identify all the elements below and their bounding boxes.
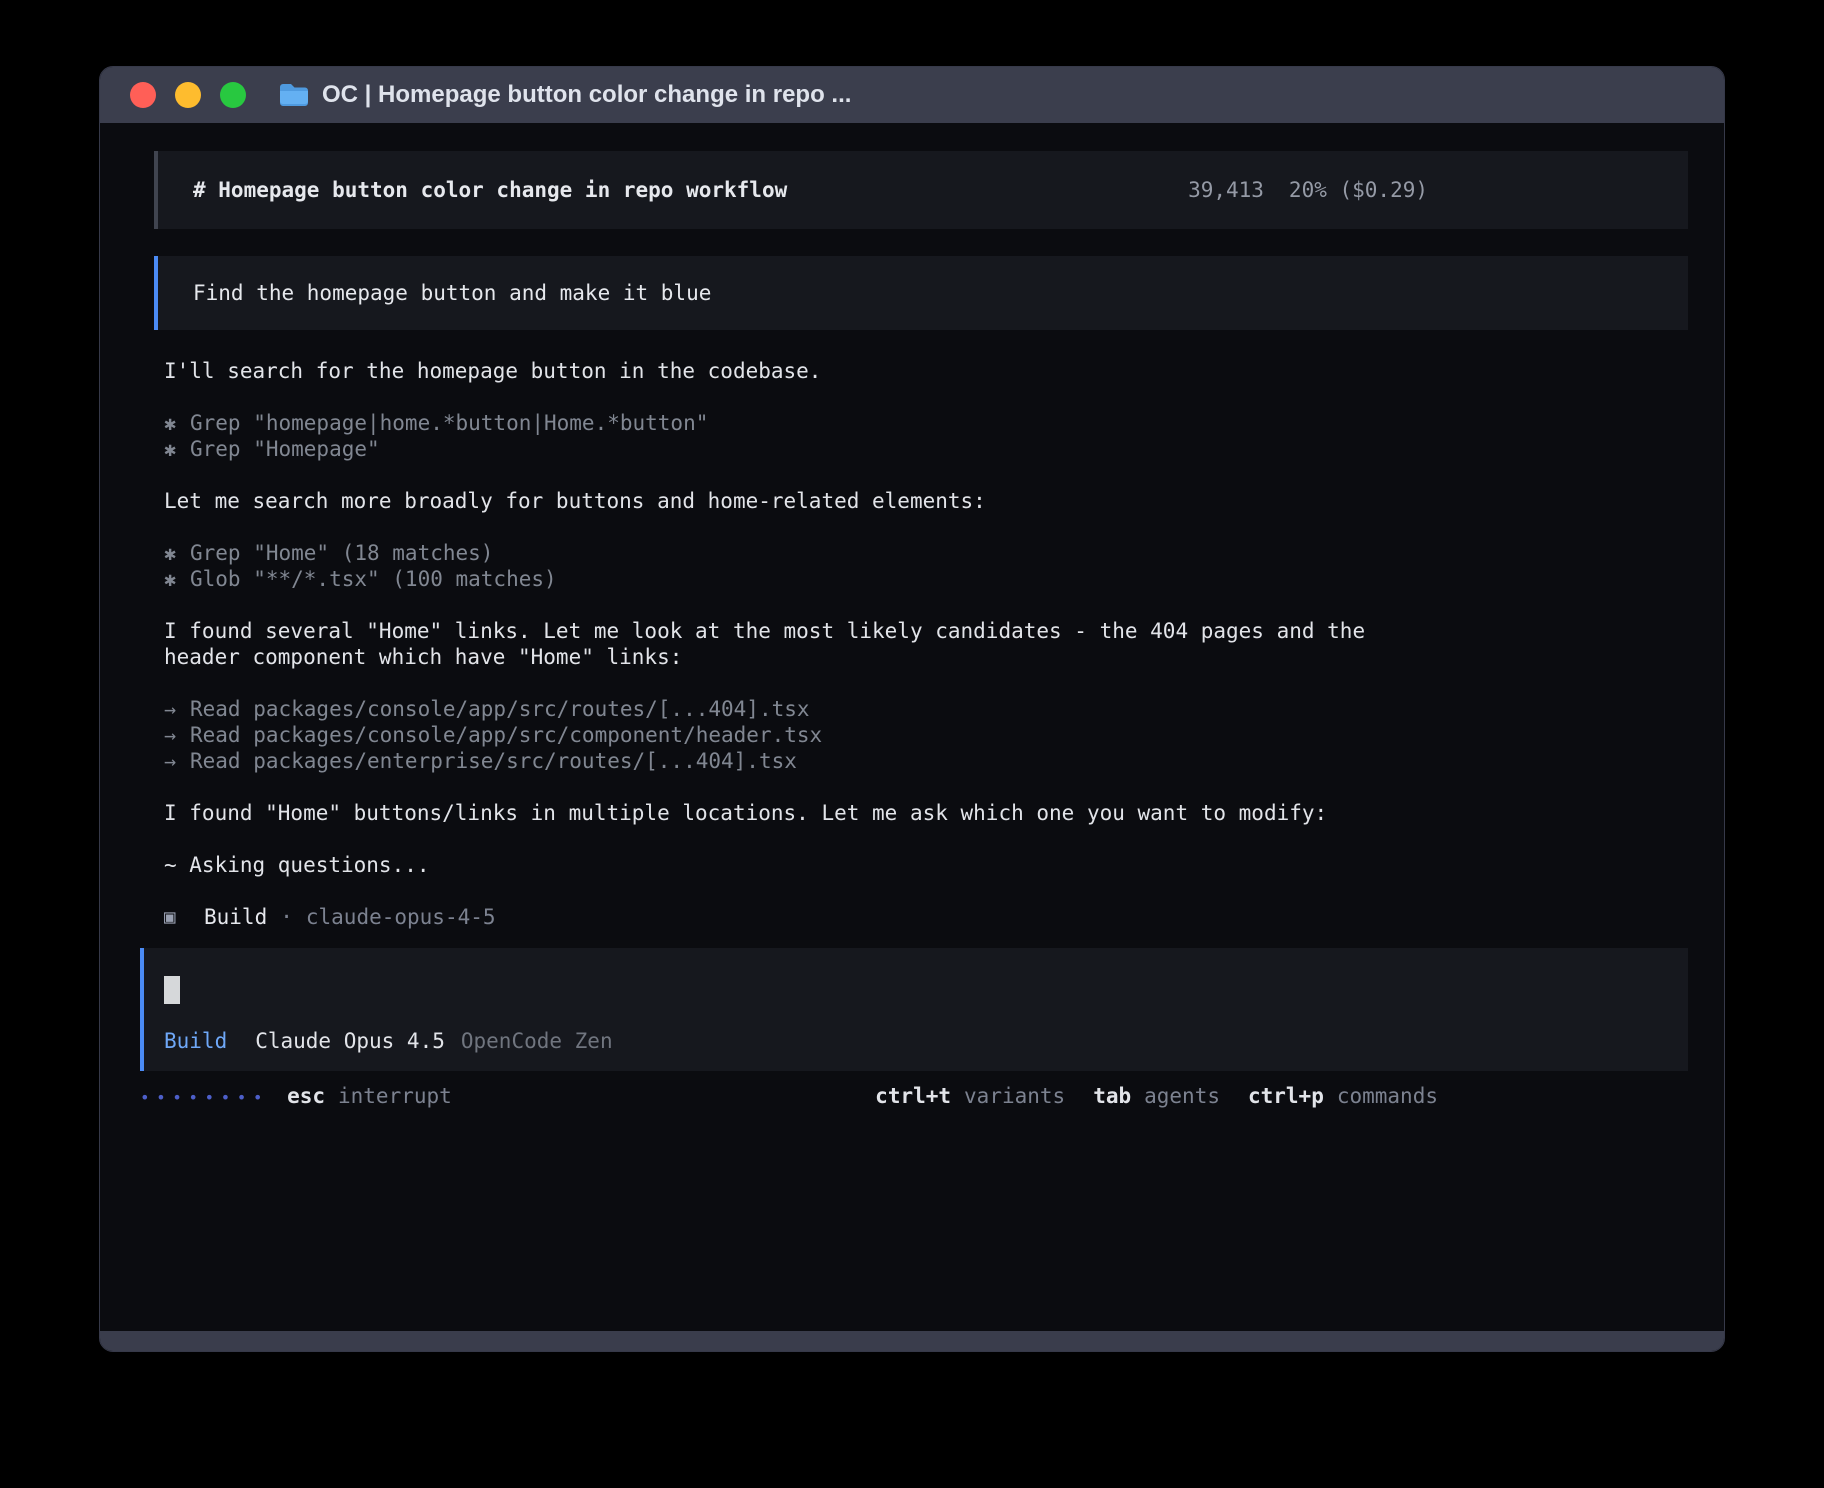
provider-label: OpenCode Zen xyxy=(461,1028,613,1054)
tool-call-line: ✱Grep "homepage|home.*button|Home.*butto… xyxy=(164,410,1688,436)
shortcut-hints: ctrl+t variants tab agents ctrl+p commands xyxy=(875,1083,1438,1109)
assistant-message: Let me search more broadly for buttons a… xyxy=(164,488,1414,514)
context-cost: 20% ($0.29) xyxy=(1289,177,1428,203)
tool-call-line: →Read packages/enterprise/src/routes/[..… xyxy=(164,748,1688,774)
key-action-label: commands xyxy=(1337,1084,1438,1108)
user-message: Find the homepage button and make it blu… xyxy=(154,256,1688,330)
esc-action-label: interrupt xyxy=(338,1083,452,1109)
agent-model: claude-opus-4-5 xyxy=(306,904,496,930)
traffic-lights xyxy=(130,82,246,108)
assistant-message: I'll search for the homepage button in t… xyxy=(164,358,1414,384)
shortcut-variants: ctrl+t variants xyxy=(875,1083,1065,1109)
tool-call-line: ✱Grep "Homepage" xyxy=(164,436,1688,462)
read-arrow-icon: → xyxy=(164,748,190,774)
tool-call-group: ✱Grep "homepage|home.*button|Home.*butto… xyxy=(164,410,1688,462)
shortcut-commands: ctrl+p commands xyxy=(1248,1083,1438,1109)
spinner-dots: •••••••• xyxy=(140,1085,269,1111)
token-count: 39,413 xyxy=(1188,177,1264,203)
close-button[interactable] xyxy=(130,82,156,108)
agent-icon: ▣ xyxy=(164,904,204,930)
input-mode-line: Build Claude Opus 4.5 OpenCode Zen xyxy=(164,1028,1668,1054)
grep-tool-icon: ✱ xyxy=(164,540,190,566)
tool-call-text: Read packages/console/app/src/component/… xyxy=(190,723,822,747)
zoom-button[interactable] xyxy=(220,82,246,108)
agent-name: Build xyxy=(204,904,267,930)
agent-status: ▣ Build · claude-opus-4-5 xyxy=(164,904,1688,930)
tool-call-group: ✱Grep "Home" (18 matches) ✱Glob "**/*.ts… xyxy=(164,540,1688,592)
window-title: OC | Homepage button color change in rep… xyxy=(322,81,851,109)
model-label: Claude Opus 4.5 xyxy=(255,1028,445,1054)
user-message-text: Find the homepage button and make it blu… xyxy=(193,281,711,305)
key-action-label: variants xyxy=(964,1084,1065,1108)
key-hint: tab xyxy=(1093,1084,1131,1108)
status-bar: •••••••• esc interrupt ctrl+t variants ta… xyxy=(140,1083,1688,1111)
prompt-input[interactable]: Build Claude Opus 4.5 OpenCode Zen xyxy=(140,948,1688,1071)
asking-questions-status: ~ Asking questions... xyxy=(164,852,1414,878)
terminal-content: # Homepage button color change in repo w… xyxy=(100,123,1724,1111)
session-stats: 39,413 20% ($0.29) xyxy=(1188,177,1428,203)
read-arrow-icon: → xyxy=(164,722,190,748)
assistant-message: I found several "Home" links. Let me loo… xyxy=(164,618,1414,670)
grep-tool-icon: ✱ xyxy=(164,436,190,462)
session-header: # Homepage button color change in repo w… xyxy=(154,151,1688,229)
tool-call-line: ✱Glob "**/*.tsx" (100 matches) xyxy=(164,566,1688,592)
esc-key-hint: esc xyxy=(287,1083,325,1109)
tool-call-line: →Read packages/console/app/src/routes/[.… xyxy=(164,696,1688,722)
tool-call-text: Glob "**/*.tsx" (100 matches) xyxy=(190,567,557,591)
tool-call-line: →Read packages/console/app/src/component… xyxy=(164,722,1688,748)
tool-call-text: Read packages/enterprise/src/routes/[...… xyxy=(190,749,797,773)
folder-icon xyxy=(278,82,310,108)
tool-call-text: Read packages/console/app/src/routes/[..… xyxy=(190,697,810,721)
window-footer xyxy=(100,1331,1724,1351)
minimize-button[interactable] xyxy=(175,82,201,108)
read-arrow-icon: → xyxy=(164,696,190,722)
grep-tool-icon: ✱ xyxy=(164,410,190,436)
titlebar: OC | Homepage button color change in rep… xyxy=(100,67,1724,123)
shortcut-agents: tab agents xyxy=(1093,1083,1220,1109)
glob-tool-icon: ✱ xyxy=(164,566,190,592)
tool-call-group: →Read packages/console/app/src/routes/[.… xyxy=(164,696,1688,774)
key-hint: ctrl+p xyxy=(1248,1084,1324,1108)
key-action-label: agents xyxy=(1144,1084,1220,1108)
assistant-message: I found "Home" buttons/links in multiple… xyxy=(164,800,1414,826)
session-title: # Homepage button color change in repo w… xyxy=(193,177,787,203)
tool-call-line: ✱Grep "Home" (18 matches) xyxy=(164,540,1688,566)
tool-call-text: Grep "Home" (18 matches) xyxy=(190,541,493,565)
text-cursor xyxy=(164,976,180,1004)
tool-call-text: Grep "Homepage" xyxy=(190,437,380,461)
terminal-window: OC | Homepage button color change in rep… xyxy=(99,66,1725,1352)
mode-label: Build xyxy=(164,1028,227,1054)
separator-dot: · xyxy=(280,904,293,930)
tool-call-text: Grep "homepage|home.*button|Home.*button… xyxy=(190,411,708,435)
transcript: I'll search for the homepage button in t… xyxy=(154,358,1688,930)
key-hint: ctrl+t xyxy=(875,1084,951,1108)
